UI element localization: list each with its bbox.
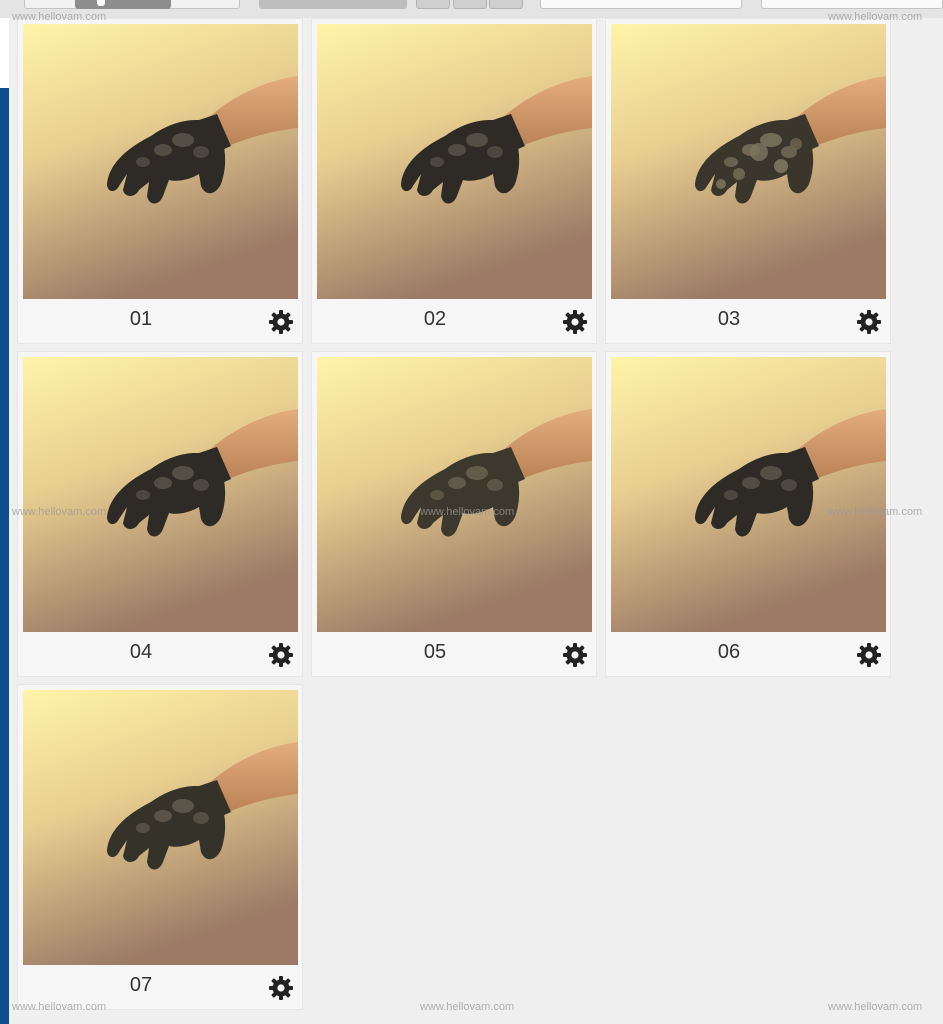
item-thumbnail[interactable] — [23, 24, 298, 299]
glove-preview-image — [23, 357, 298, 632]
gear-icon[interactable] — [562, 309, 588, 335]
glove-preview-image — [317, 357, 592, 632]
item-thumbnail[interactable] — [23, 690, 298, 965]
item-label: 06 — [717, 641, 741, 663]
item-label: 01 — [129, 308, 153, 330]
gear-icon[interactable] — [268, 642, 294, 668]
item-thumbnail[interactable] — [611, 357, 886, 632]
gear-icon[interactable] — [856, 309, 882, 335]
gear-icon[interactable] — [562, 642, 588, 668]
top-toolbar — [0, 0, 943, 18]
item-thumbnail[interactable] — [611, 24, 886, 299]
glove-preview-image — [611, 357, 886, 632]
gear-icon[interactable] — [856, 642, 882, 668]
item-card[interactable]: 05 — [311, 351, 597, 677]
item-card[interactable]: 02 — [311, 18, 597, 344]
item-label: 02 — [423, 308, 447, 330]
watermark: www.hellovam.com — [828, 1001, 923, 1013]
glove-preview-image — [23, 690, 298, 965]
item-label: 04 — [129, 641, 153, 663]
left-edge-accent — [0, 88, 9, 1024]
slider-fill — [75, 0, 171, 9]
item-card[interactable]: 07 — [17, 684, 303, 1010]
item-card[interactable]: 03 — [605, 18, 891, 344]
glove-preview-image — [317, 24, 592, 299]
slider-handle[interactable] — [97, 0, 105, 6]
glove-preview-image — [611, 24, 886, 299]
toolbar-button-1[interactable] — [416, 0, 450, 9]
item-thumbnail[interactable] — [317, 357, 592, 632]
item-card[interactable]: 01 — [17, 18, 303, 344]
toolbar-search-field[interactable] — [540, 0, 742, 9]
toolbar-button-2[interactable] — [453, 0, 487, 9]
gear-icon[interactable] — [268, 975, 294, 1001]
item-card[interactable]: 04 — [17, 351, 303, 677]
gear-icon[interactable] — [268, 309, 294, 335]
item-label: 07 — [129, 974, 153, 996]
toolbar-filter-field[interactable] — [761, 0, 943, 9]
watermark: www.hellovam.com — [420, 1001, 515, 1013]
toolbar-button-3[interactable] — [489, 0, 523, 9]
item-label: 05 — [423, 641, 447, 663]
item-card[interactable]: 06 — [605, 351, 891, 677]
glove-preview-image — [23, 24, 298, 299]
slider-track[interactable] — [24, 0, 240, 9]
toolbar-dropdown[interactable] — [259, 0, 407, 9]
item-thumbnail[interactable] — [317, 24, 592, 299]
item-label: 03 — [717, 308, 741, 330]
item-thumbnail[interactable] — [23, 357, 298, 632]
